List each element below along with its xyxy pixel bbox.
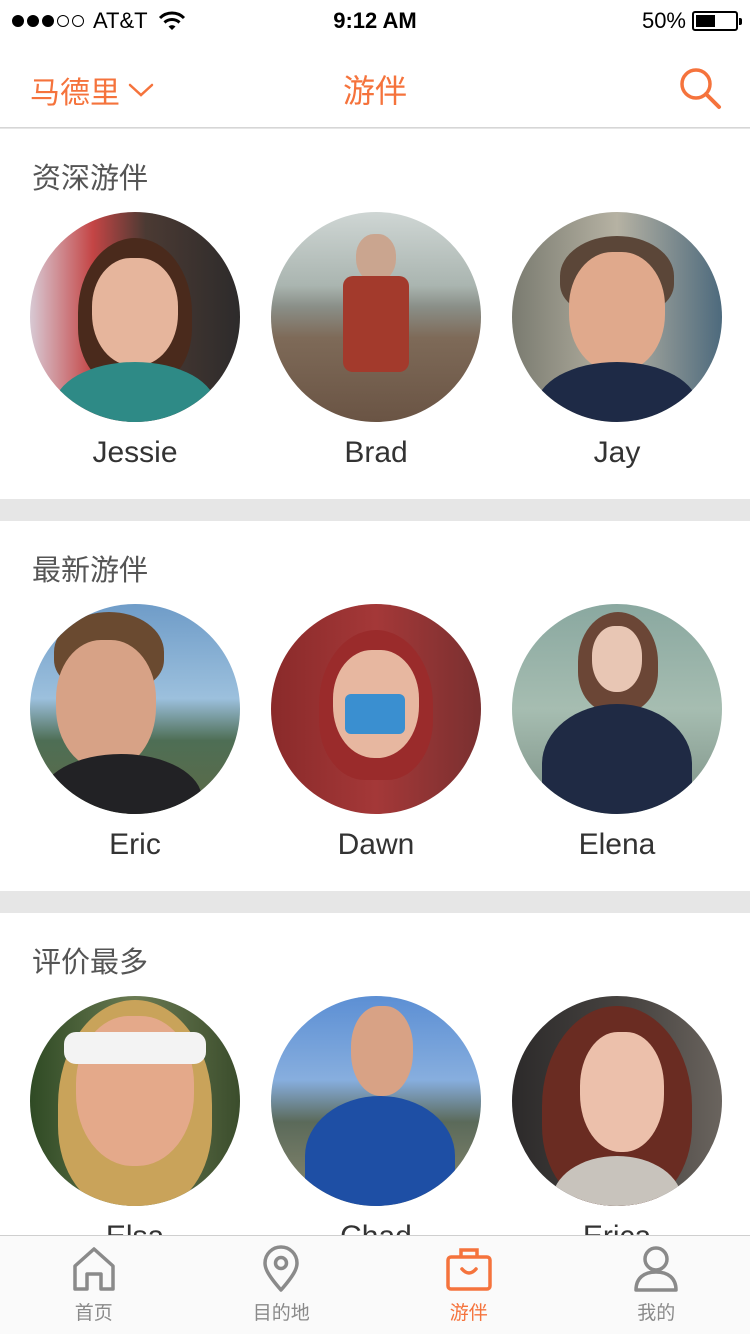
avatar [512,604,722,814]
status-bar: AT&T 9:12 AM 50% [0,0,750,40]
guide-name: Elsa [30,1220,240,1235]
status-time: 9:12 AM [333,8,417,33]
nav-bar: 马德里 游伴 [0,40,750,128]
section-title: 资深游伴 [32,161,149,195]
suitcase-icon [446,1248,492,1291]
battery-status: 50% [641,8,742,34]
guide-name: Chad [271,1220,481,1235]
tab-home[interactable]: 首页 [0,1236,188,1334]
page-title: 游伴 [342,72,407,110]
avatar [271,212,481,422]
tab-profile[interactable]: 我的 [563,1236,750,1334]
guide-name: Dawn [337,828,415,861]
tab-label: 首页 [74,1302,113,1324]
battery-fill [696,15,715,27]
avatar [512,212,722,422]
guide-name: Jay [593,436,641,469]
avatar [30,212,240,422]
guide-card[interactable]: Elsa [30,996,240,1235]
home-icon [73,1247,115,1291]
guide-name: Elena [578,828,656,861]
avatar [512,996,722,1206]
guide-name: Erica [512,1220,722,1235]
tab-bar: 首页 目的地 游伴 我的 [0,1235,750,1334]
search-icon[interactable] [678,66,722,110]
guide-card[interactable]: Jay [512,212,722,470]
avatar [271,604,481,814]
section-senior-guides: 资深游伴 Jessie Brad Jay [0,129,750,499]
avatar [271,996,481,1206]
section-most-reviewed: 评价最多 Elsa C [0,913,750,1235]
battery-icon [692,11,742,31]
guide-card[interactable]: Elena [512,604,722,862]
guide-card[interactable]: Brad [271,212,481,470]
guide-card[interactable]: Erica [512,996,722,1235]
tab-label: 我的 [637,1302,676,1324]
avatar [30,996,240,1206]
guide-card[interactable]: Jessie [30,212,240,470]
location-pin-icon [263,1245,299,1292]
tab-destination[interactable]: 目的地 [188,1236,376,1334]
guide-name: Eric [109,828,161,861]
guide-list[interactable]: 资深游伴 Jessie Brad Jay 最新游伴 Eric Dawn Elen… [0,129,750,1235]
guide-card[interactable]: Eric [30,604,240,862]
app-screen: AT&T 9:12 AM 50% 马德里 游伴 资深游伴 Jessie Brad… [0,0,750,1334]
battery-percent: 50% [641,8,686,33]
section-title: 最新游伴 [32,553,149,587]
tab-label: 游伴 [449,1302,488,1324]
battery-nub [739,18,742,25]
section-newest-guides: 最新游伴 Eric Dawn Elena [0,521,750,891]
guide-card[interactable]: Dawn [271,604,481,862]
tab-label: 目的地 [252,1302,310,1324]
avatar [30,604,240,814]
guide-card[interactable]: Chad [271,996,481,1235]
person-icon [634,1246,678,1292]
section-title: 评价最多 [32,945,149,979]
guide-name: Brad [344,436,408,469]
tab-companions[interactable]: 游伴 [375,1236,563,1334]
guide-name: Jessie [92,436,178,469]
